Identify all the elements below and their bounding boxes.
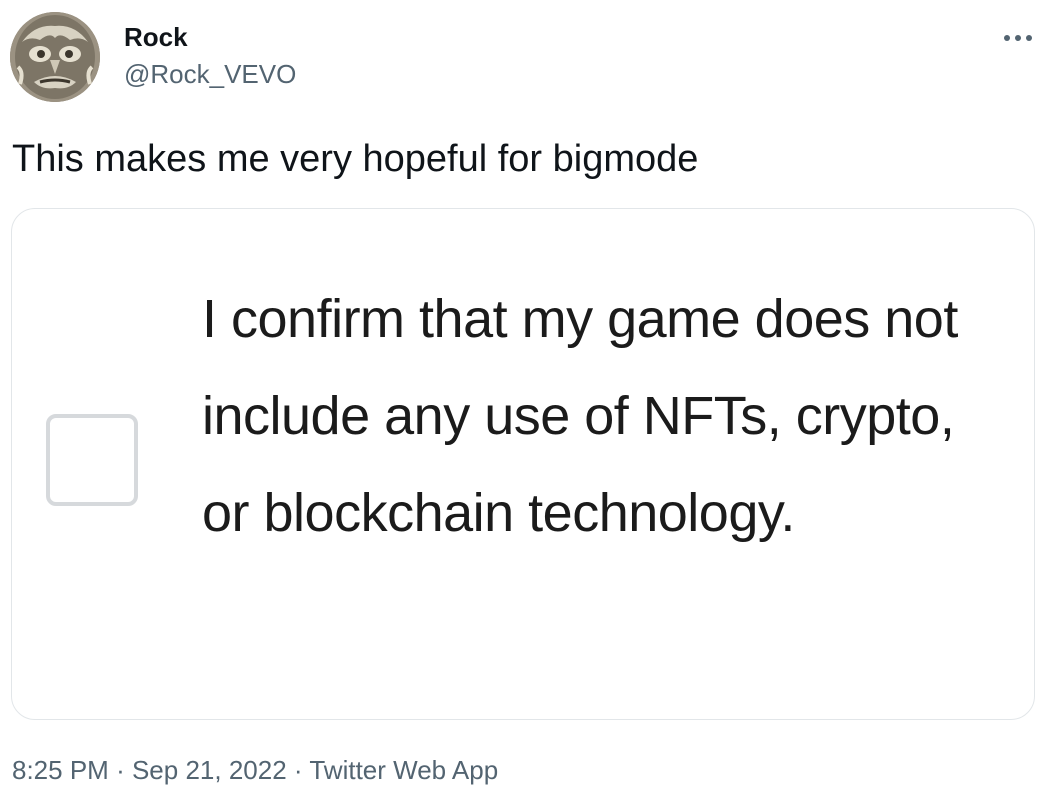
media-card[interactable]: I confirm that my game does not include …: [11, 208, 1035, 720]
meta-separator: ·: [116, 755, 125, 785]
display-name[interactable]: Rock: [124, 22, 188, 53]
user-handle[interactable]: @Rock_VEVO: [124, 59, 296, 90]
confirm-text: I confirm that my game does not include …: [202, 289, 958, 543]
avatar[interactable]: [10, 12, 100, 102]
meta-separator: ·: [293, 755, 303, 785]
tweet-meta: 8:25 PM · Sep 21, 2022 · Twitter Web App: [12, 755, 498, 786]
tweet-source[interactable]: Twitter Web App: [309, 755, 498, 785]
avatar-icon: [10, 12, 100, 102]
tweet-time[interactable]: 8:25 PM: [12, 755, 109, 785]
tweet-date[interactable]: Sep 21, 2022: [132, 755, 287, 785]
checkbox-image: [46, 414, 138, 506]
tweet-text: This makes me very hopeful for bigmode: [12, 138, 699, 180]
tweet: Rock @Rock_VEVO This makes me very hopef…: [0, 0, 1046, 797]
more-icon[interactable]: [1000, 20, 1036, 56]
